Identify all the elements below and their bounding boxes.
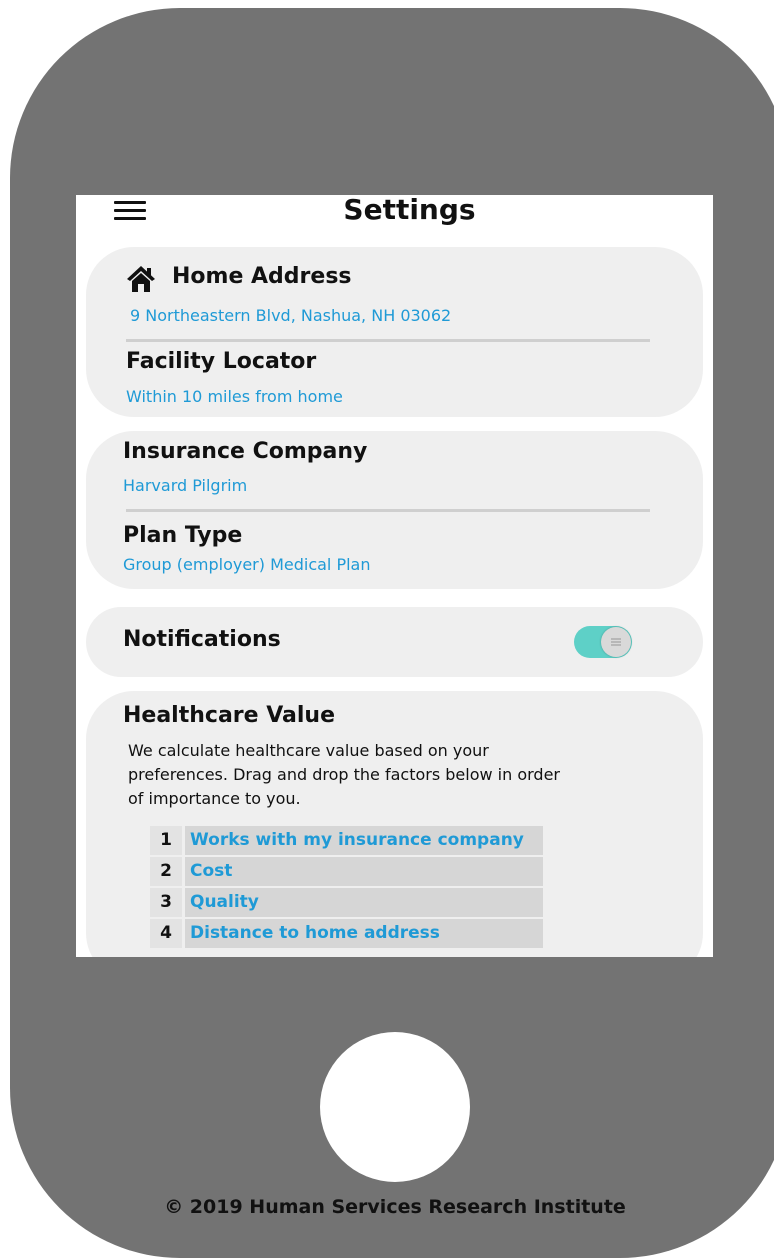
factor-row[interactable]: 4 Distance to home address bbox=[150, 919, 544, 948]
healthcare-value-title: Healthcare Value bbox=[123, 703, 336, 728]
notifications-label: Notifications bbox=[123, 627, 281, 652]
notifications-toggle[interactable] bbox=[574, 626, 632, 658]
factor-label[interactable]: Cost bbox=[185, 857, 543, 886]
factor-label[interactable]: Works with my insurance company bbox=[185, 826, 543, 855]
facility-locator-label: Facility Locator bbox=[126, 349, 317, 374]
phone-home-button[interactable] bbox=[320, 1032, 470, 1182]
factor-row[interactable]: 1 Works with my insurance company bbox=[150, 826, 544, 855]
divider bbox=[126, 339, 650, 342]
insurance-company-label: Insurance Company bbox=[123, 439, 368, 464]
location-card: Home Address 9 Northeastern Blvd, Nashua… bbox=[86, 247, 703, 417]
factor-row[interactable]: 2 Cost bbox=[150, 857, 544, 886]
copyright-text: © 2019 Human Services Research Institute bbox=[164, 1196, 626, 1218]
healthcare-value-card: Healthcare Value We calculate healthcare… bbox=[86, 691, 703, 957]
insurance-company-value[interactable]: Harvard Pilgrim bbox=[123, 476, 247, 495]
factor-rank: 3 bbox=[150, 888, 182, 917]
factor-ranking-list: 1 Works with my insurance company 2 Cost… bbox=[150, 826, 544, 950]
plan-type-value[interactable]: Group (employer) Medical Plan bbox=[123, 555, 371, 574]
divider bbox=[126, 509, 650, 512]
notifications-card: Notifications bbox=[86, 607, 703, 677]
home-icon bbox=[127, 266, 155, 292]
insurance-card: Insurance Company Harvard Pilgrim Plan T… bbox=[86, 431, 703, 589]
plan-type-label: Plan Type bbox=[123, 523, 243, 548]
facility-locator-value[interactable]: Within 10 miles from home bbox=[126, 387, 343, 406]
factor-label[interactable]: Quality bbox=[185, 888, 543, 917]
factor-rank: 4 bbox=[150, 919, 182, 948]
home-address-label: Home Address bbox=[172, 264, 352, 289]
home-address-value[interactable]: 9 Northeastern Blvd, Nashua, NH 03062 bbox=[130, 306, 451, 325]
app-header: Settings bbox=[76, 195, 713, 235]
toggle-knob[interactable] bbox=[601, 627, 631, 657]
app-screen: Settings Home Address 9 Northeastern Blv… bbox=[76, 195, 713, 957]
factor-rank: 2 bbox=[150, 857, 182, 886]
page-title: Settings bbox=[343, 195, 476, 226]
healthcare-value-description: We calculate healthcare value based on y… bbox=[128, 741, 560, 808]
factor-rank: 1 bbox=[150, 826, 182, 855]
factor-label[interactable]: Distance to home address bbox=[185, 919, 543, 948]
factor-row[interactable]: 3 Quality bbox=[150, 888, 544, 917]
